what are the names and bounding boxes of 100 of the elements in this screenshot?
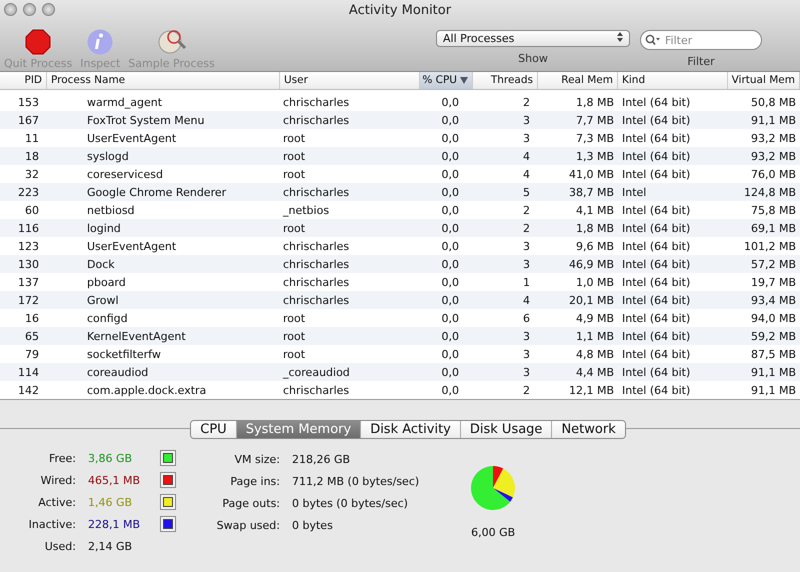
table-cell-text: 91,1 MB — [750, 114, 797, 126]
table-cell-text: root — [282, 348, 306, 360]
table-cell-text: 142 — [17, 384, 40, 396]
table-cell-text: 93,4 MB — [750, 294, 797, 306]
show-label: Show — [518, 52, 548, 65]
table-cell-text: 0,0 — [440, 294, 460, 306]
table-cell-text: FoxTrot System Menu — [86, 114, 206, 126]
stat-value: 0 bytes (0 bytes/sec) — [292, 496, 408, 510]
tab[interactable]: Disk Activity — [360, 420, 460, 438]
window-control-icon[interactable] — [23, 3, 36, 16]
color-swatch — [160, 516, 176, 532]
table-cell-text: Intel (64 bit) — [621, 276, 692, 288]
tab[interactable]: CPU — [191, 420, 236, 438]
color-swatch — [160, 450, 176, 466]
table-cell-text: 12,1 MB — [568, 384, 615, 396]
memory-value: 465,1 MB — [88, 474, 142, 486]
color-swatch — [160, 494, 176, 510]
column-header[interactable]: % CPU — [420, 72, 473, 89]
table-cell-text: 93,2 MB — [750, 132, 797, 144]
tab[interactable]: Network — [551, 420, 625, 438]
table-cell-text: 18 — [24, 150, 40, 162]
memory-label: Inactive: — [28, 518, 77, 530]
table-cell-text: 1,0 MB — [574, 276, 615, 288]
table-cell-text: 5 — [522, 186, 531, 198]
table-cell-text: root — [282, 312, 306, 324]
memory-value: 228,1 MB — [88, 518, 142, 530]
table-cell-text: 60 — [24, 204, 40, 216]
window-control-icon[interactable] — [4, 3, 17, 16]
table-cell-text: chrischarles — [282, 96, 350, 108]
stat-label: Page outs: — [221, 496, 281, 510]
column-header[interactable]: Virtual Mem — [728, 72, 800, 89]
filter-label: Filter — [687, 55, 715, 68]
table-cell-text: 1,3 MB — [574, 150, 615, 162]
table-cell-text: 0,0 — [440, 150, 460, 162]
table-cell-text: 32 — [24, 168, 40, 180]
table-cell-text: chrischarles — [282, 114, 350, 126]
table-cell-text: Intel (64 bit) — [621, 114, 692, 126]
table-cell-text: 3 — [522, 330, 531, 342]
table-cell-text: root — [282, 150, 306, 162]
table-cell-text: chrischarles — [282, 240, 350, 252]
table-cell-text: chrischarles — [282, 294, 350, 306]
memory-total: 6,00 GB — [471, 526, 516, 539]
table-cell-text: 123 — [17, 240, 40, 252]
table-cell-text: chrischarles — [282, 186, 350, 198]
table-cell-text: 0,0 — [440, 240, 460, 252]
table-cell-text: 0,0 — [440, 384, 460, 396]
table-cell-text: Intel (64 bit) — [621, 312, 692, 324]
table-cell-text: 0,0 — [440, 348, 460, 360]
tab[interactable]: Disk Usage — [460, 420, 552, 438]
filter-field[interactable]: Filter — [640, 30, 762, 50]
table-cell-text: 4,4 MB — [574, 366, 615, 378]
column-header[interactable]: Process Name — [47, 72, 280, 89]
table-cell-text: 0,0 — [440, 96, 460, 108]
table-cell-text: coreaudiod — [86, 366, 150, 378]
window-control-icon[interactable] — [42, 3, 55, 16]
tab[interactable]: System Memory — [236, 420, 360, 438]
table-cell-text: 2 — [522, 96, 531, 108]
table-cell-text: Intel (64 bit) — [621, 366, 692, 378]
table-cell-text: 4,1 MB — [574, 204, 615, 216]
table-cell-text: Dock — [86, 258, 116, 270]
table-cell-text: Intel (64 bit) — [621, 150, 692, 162]
table-cell-text: 0,0 — [440, 204, 460, 216]
column-header[interactable]: PID — [0, 72, 47, 89]
table-cell-text: 4 — [522, 168, 531, 180]
color-swatch — [160, 472, 176, 488]
table-cell-text: 4 — [522, 294, 531, 306]
memory-label: Used: — [44, 540, 77, 552]
table-cell-text: 3 — [522, 258, 531, 270]
table-cell-text: 116 — [17, 222, 40, 234]
table-cell-text: 87,5 MB — [750, 348, 797, 360]
show-dropdown[interactable]: All Processes — [436, 30, 630, 47]
memory-label: Wired: — [40, 474, 77, 486]
table-cell-text: Intel — [621, 186, 648, 198]
table-cell-text: 0,0 — [440, 258, 460, 270]
table-cell-text: Intel (64 bit) — [621, 294, 692, 306]
table-cell-text: socketfilterfw — [86, 348, 162, 360]
table-cell-text: 1 — [522, 276, 531, 288]
column-header[interactable]: Threads — [473, 72, 538, 89]
table-cell-text: Intel (64 bit) — [621, 348, 692, 360]
memory-value: 1,46 GB — [88, 496, 134, 508]
table-cell-text: 11 — [24, 132, 40, 144]
table-cell-text: 79 — [24, 348, 40, 360]
table-cell-text: 75,8 MB — [750, 204, 797, 216]
table-cell-text: 153 — [17, 96, 40, 108]
table-cell-text: root — [282, 330, 306, 342]
memory-label: Active: — [37, 496, 77, 508]
table-cell-text: chrischarles — [282, 276, 350, 288]
column-header[interactable]: Real Mem — [538, 72, 618, 89]
memory-label: Free: — [48, 452, 77, 464]
sort-descending-icon — [460, 77, 468, 84]
column-header[interactable]: Kind — [618, 72, 728, 89]
table-cell-text: 4,9 MB — [574, 312, 615, 324]
table-cell-text: 2 — [522, 204, 531, 216]
table-cell-text: 65 — [24, 330, 40, 342]
memory-value: 3,86 GB — [88, 452, 134, 464]
table-cell-text: 137 — [17, 276, 40, 288]
table-cell-text: Intel (64 bit) — [621, 258, 692, 270]
table-cell-text: 94,0 MB — [750, 312, 797, 324]
table-cell-text: 4,8 MB — [574, 348, 615, 360]
table-cell-text: UserEventAgent — [86, 132, 178, 144]
